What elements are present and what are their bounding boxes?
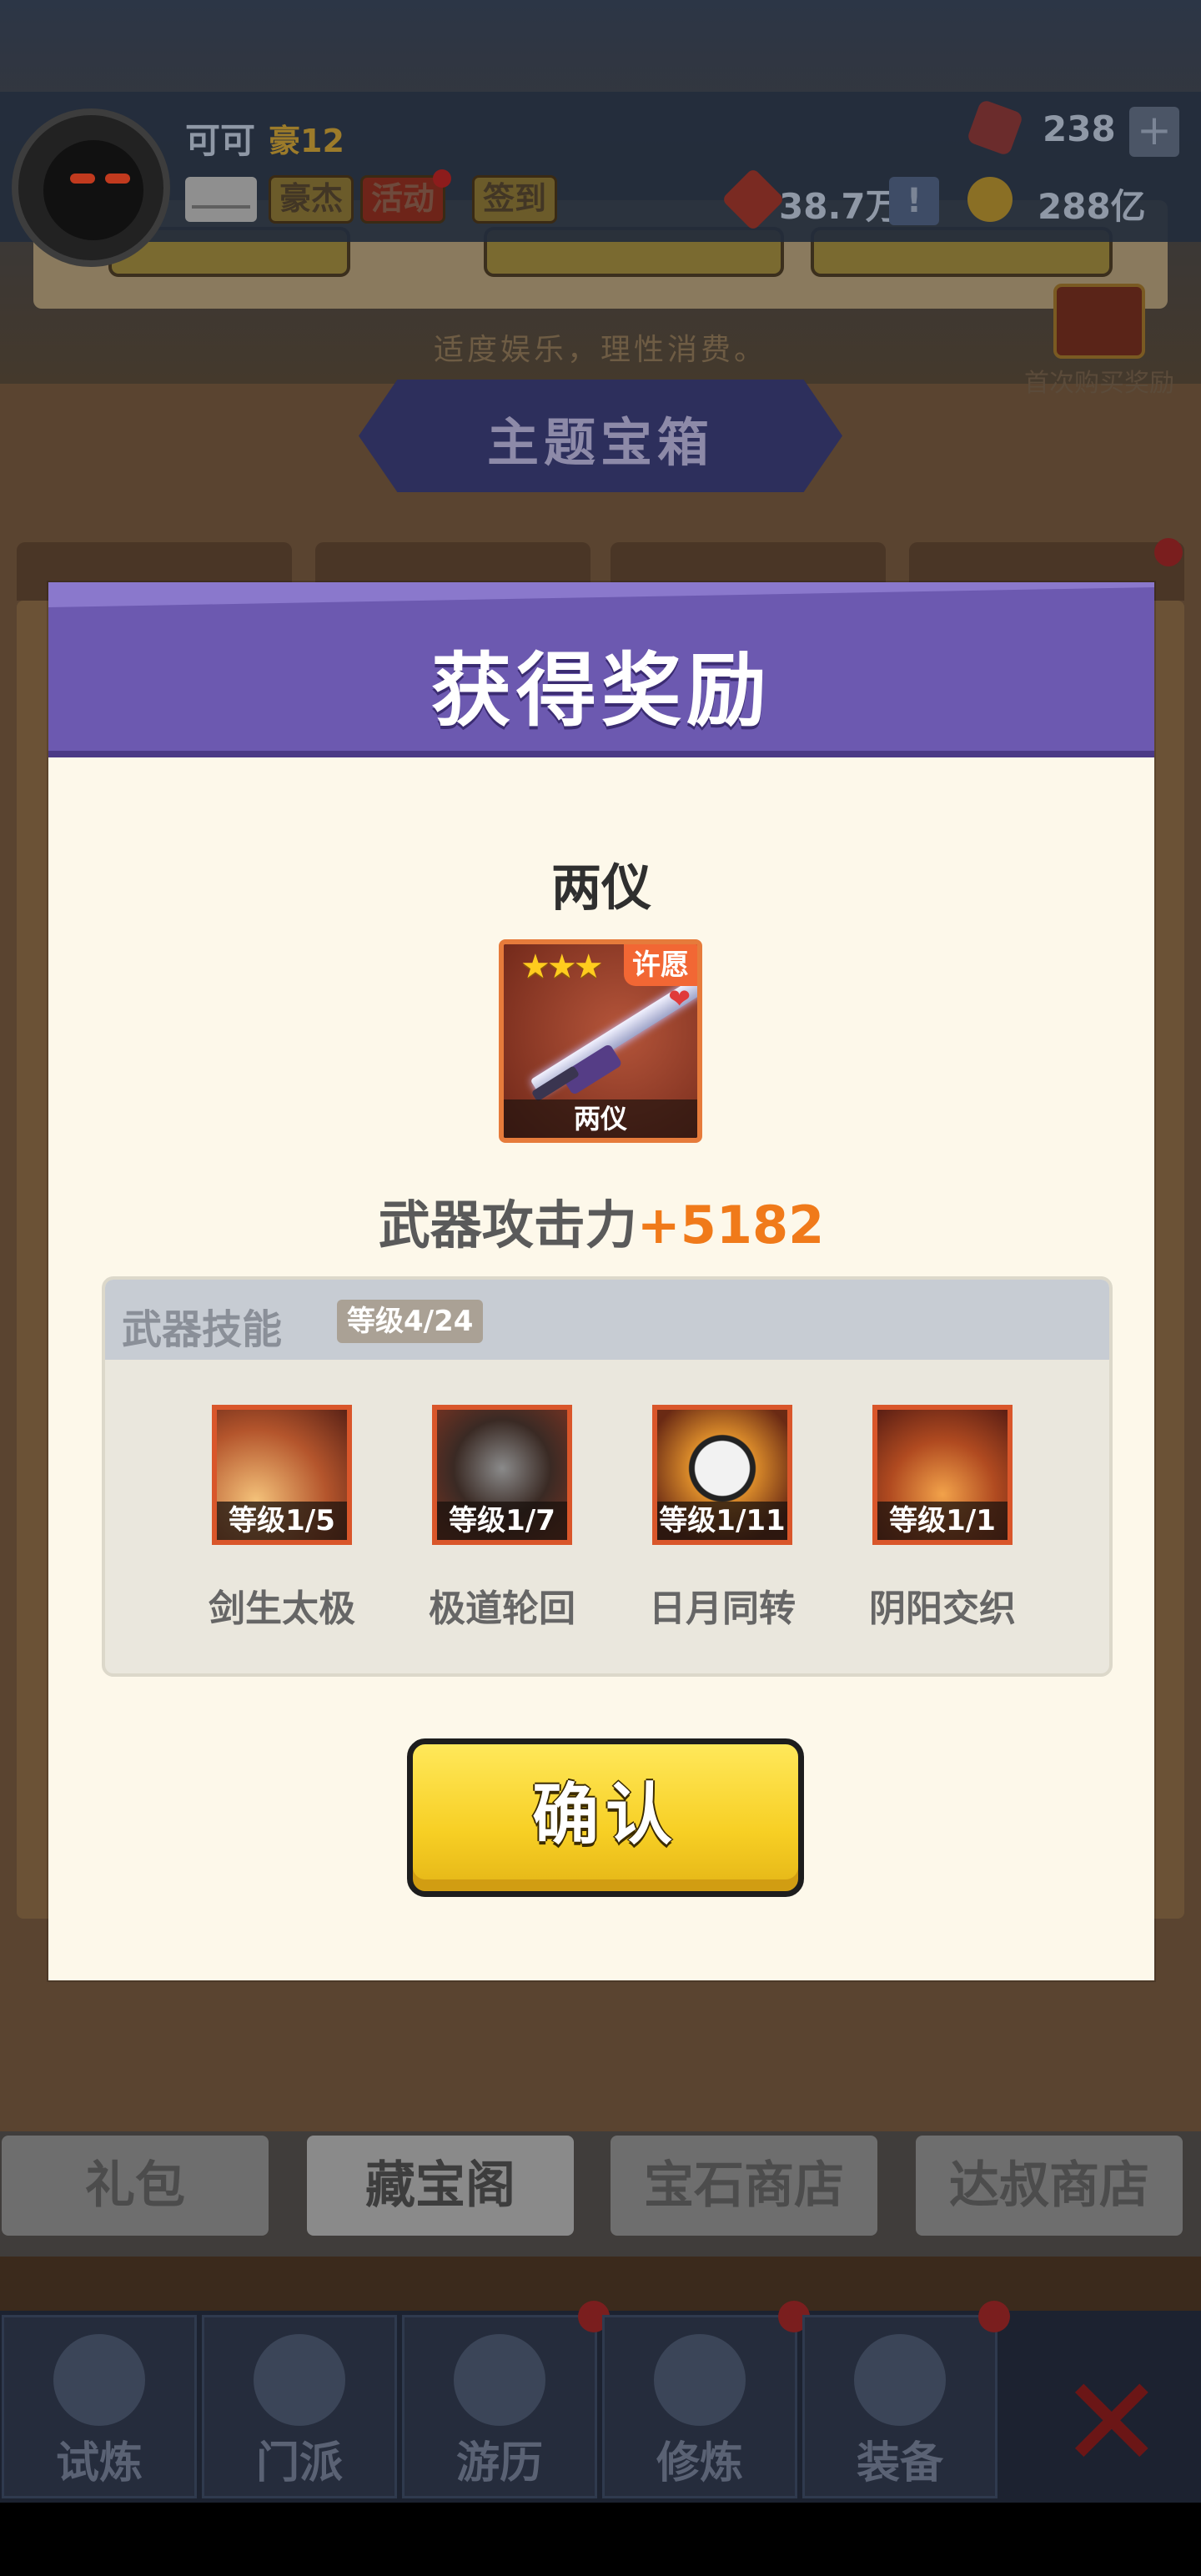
- skill-item[interactable]: 等级1/11 日月同转: [639, 1405, 806, 1632]
- nav-equipment[interactable]: 装备: [802, 2301, 1010, 2498]
- nav-trial[interactable]: 试炼: [2, 2315, 197, 2498]
- nav-label: 游历: [455, 2438, 543, 2488]
- theme-title: 主题宝箱: [486, 412, 714, 473]
- close-icon[interactable]: ✕: [1059, 2361, 1164, 2486]
- nav-label: 修炼: [656, 2438, 743, 2488]
- skill-name: 阴阳交织: [869, 1587, 1016, 1630]
- notification-dot: [978, 2301, 1010, 2332]
- skill-level: 等级1/1: [877, 1502, 1008, 1540]
- book-icon: [654, 2334, 746, 2426]
- player-name: 可可: [185, 120, 256, 161]
- ninja-icon: [53, 2334, 145, 2426]
- gold-count: 288亿: [1038, 186, 1146, 227]
- tab-treasure[interactable]: 藏宝阁: [307, 2136, 574, 2236]
- weapon-skills-panel: 武器技能 等级4/24 等级1/5 剑生太极 等级1/7 极道轮回 等级1/11…: [102, 1276, 1113, 1677]
- star-rating: ★★★: [520, 948, 604, 986]
- weapon-card[interactable]: ★★★ 许愿 ❤ 两仪: [499, 939, 702, 1143]
- notification-dot: [1154, 538, 1183, 566]
- card-caption: 两仪: [504, 1099, 697, 1138]
- nav-sect[interactable]: 门派: [202, 2315, 397, 2498]
- mail-icon[interactable]: [185, 177, 257, 222]
- skill-item[interactable]: 等级1/7 极道轮回: [419, 1405, 585, 1632]
- skill-item[interactable]: 等级1/5 剑生太极: [198, 1405, 365, 1632]
- chest-icon: [1053, 284, 1145, 359]
- item-name: 两仪: [551, 859, 651, 918]
- eye: [70, 174, 95, 184]
- event-button[interactable]: 活动: [360, 169, 452, 224]
- mountain-icon: [454, 2334, 545, 2426]
- sword-icon: [854, 2334, 946, 2426]
- notification-dot: [433, 169, 452, 188]
- attack-stat: 武器攻击力+5182: [48, 1183, 1154, 1258]
- top-header: [0, 92, 1201, 242]
- skill-name: 日月同转: [649, 1587, 796, 1630]
- skill-icon: 等级1/11: [652, 1405, 792, 1545]
- skills-header: 武器技能 等级4/24: [105, 1280, 1109, 1360]
- first-buy-reward[interactable]: 首次购买奖励: [1016, 284, 1183, 399]
- skill-icon: 等级1/7: [432, 1405, 572, 1545]
- gem-count: 238: [1043, 108, 1116, 149]
- skills-title: 武器技能: [122, 1306, 283, 1353]
- skill-item[interactable]: 等级1/1 阴阳交织: [859, 1405, 1026, 1632]
- event-label: 活动: [371, 180, 435, 217]
- temple-icon: [254, 2334, 345, 2426]
- eye: [105, 174, 130, 184]
- skill-icon: 等级1/1: [872, 1405, 1013, 1545]
- skill-icon: 等级1/5: [212, 1405, 352, 1545]
- dialog-title: 获得奖励: [431, 644, 771, 737]
- checkin-button[interactable]: 签到: [472, 175, 558, 224]
- confirm-label: 确认: [532, 1776, 679, 1854]
- coin-icon: [967, 177, 1013, 222]
- skill-level: 等级1/7: [437, 1502, 567, 1540]
- system-bar: [0, 2503, 1201, 2576]
- avatar[interactable]: [12, 108, 170, 267]
- nav-label: 门派: [255, 2438, 343, 2488]
- reward-dialog: 获得奖励 两仪 ★★★ 许愿 ❤ 两仪 武器攻击力+5182 武器技能 等级4/…: [48, 582, 1154, 1980]
- attack-value: +5182: [636, 1195, 825, 1255]
- token-count: 38.7万: [779, 186, 901, 227]
- nav-label: 装备: [856, 2438, 943, 2488]
- skills-level-badge: 等级4/24: [337, 1300, 484, 1343]
- attack-label: 武器攻击力: [378, 1195, 637, 1255]
- nav-cultivate[interactable]: 修炼: [602, 2301, 810, 2498]
- heart-icon: ❤: [668, 983, 691, 1014]
- first-buy-label: 首次购买奖励: [1024, 369, 1174, 398]
- nav-travel[interactable]: 游历: [402, 2301, 610, 2498]
- skill-level: 等级1/11: [657, 1502, 787, 1540]
- tab-gift[interactable]: 礼包: [2, 2136, 269, 2236]
- tab-gem-shop[interactable]: 宝石商店: [611, 2136, 877, 2236]
- nav-label: 试炼: [55, 2438, 143, 2488]
- tab-uncle-shop[interactable]: 达叔商店: [916, 2136, 1183, 2236]
- confirm-button[interactable]: 确认: [407, 1738, 804, 1897]
- wish-badge: 许愿: [624, 944, 697, 986]
- alert-button[interactable]: !: [889, 177, 939, 225]
- dialog-header: 获得奖励: [48, 582, 1154, 757]
- skill-name: 极道轮回: [429, 1587, 575, 1630]
- skill-name: 剑生太极: [209, 1587, 355, 1630]
- add-gem-button[interactable]: +: [1129, 107, 1179, 157]
- skill-level: 等级1/5: [217, 1502, 347, 1540]
- hero-button[interactable]: 豪杰: [269, 175, 354, 224]
- player-rank: 豪12: [269, 123, 344, 159]
- ninja-face: [43, 140, 143, 240]
